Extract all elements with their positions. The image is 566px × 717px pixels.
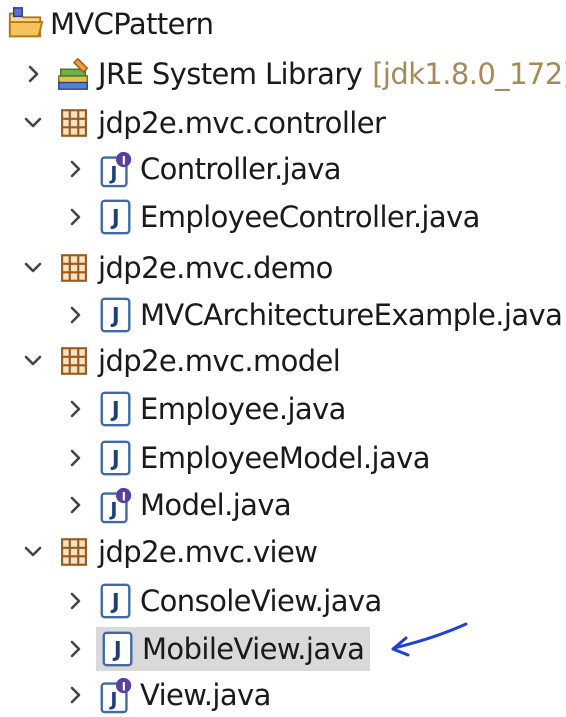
package-icon (54, 103, 94, 143)
chevron-right-icon[interactable] (60, 147, 90, 191)
file-name: View.java (140, 678, 271, 712)
interface-java-file-icon (96, 675, 136, 715)
chevron-down-icon[interactable] (18, 530, 48, 574)
package-name: jdp2e.mvc.model (98, 344, 341, 378)
chevron-down-icon[interactable] (18, 339, 48, 383)
file-name: MobileView.java (142, 632, 365, 666)
file-name: EmployeeModel.java (140, 441, 430, 475)
chevron-down-icon[interactable] (18, 101, 48, 145)
file-name: ConsoleView.java (140, 584, 382, 618)
library-icon (54, 54, 94, 94)
tree-item-file-view[interactable]: View.java (60, 673, 271, 717)
tree-item-file-controller[interactable]: Controller.java (60, 147, 342, 191)
package-icon (54, 532, 94, 572)
chevron-right-icon[interactable] (60, 436, 90, 480)
chevron-right-icon[interactable] (60, 673, 90, 717)
tree-item-file-console-view[interactable]: ConsoleView.java (60, 579, 382, 623)
chevron-right-icon[interactable] (60, 293, 90, 337)
chevron-down-icon[interactable] (18, 246, 48, 290)
project-name: MVCPattern (50, 7, 214, 41)
file-name: EmployeeController.java (140, 200, 480, 234)
interface-java-file-icon (96, 149, 136, 189)
package-name: jdp2e.mvc.view (98, 535, 318, 569)
tree-item-project[interactable]: MVCPattern (6, 2, 214, 46)
tree-item-jre-library[interactable]: JRE System Library [jdk1.8.0_172] (18, 52, 566, 96)
tree-item-file-employee-model[interactable]: EmployeeModel.java (60, 436, 430, 480)
package-explorer-tree: MVCPattern JRE System Library [jdk1.8.0_… (0, 0, 566, 716)
package-icon (54, 341, 94, 381)
file-name: Employee.java (140, 392, 346, 426)
package-name: jdp2e.mvc.controller (98, 106, 386, 140)
library-jdk-version: [jdk1.8.0_172] (372, 57, 566, 91)
chevron-right-icon[interactable] (60, 483, 90, 527)
tree-item-file-employee[interactable]: Employee.java (60, 387, 346, 431)
java-file-icon (96, 295, 136, 335)
chevron-right-icon[interactable] (60, 579, 90, 623)
tree-item-package-model[interactable]: jdp2e.mvc.model (18, 339, 341, 383)
package-name: jdp2e.mvc.demo (98, 251, 333, 285)
chevron-right-icon[interactable] (60, 387, 90, 431)
interface-java-file-icon (96, 485, 136, 525)
tree-item-package-controller[interactable]: jdp2e.mvc.controller (18, 101, 386, 145)
project-folder-icon (6, 4, 46, 44)
selection-highlight[interactable]: MobileView.java (96, 627, 371, 671)
java-file-icon (96, 438, 136, 478)
tree-item-file-mobile-view[interactable]: MobileView.java (60, 627, 371, 671)
file-name: Controller.java (140, 152, 342, 186)
tree-item-package-view[interactable]: jdp2e.mvc.view (18, 530, 318, 574)
tree-item-file-employee-controller[interactable]: EmployeeController.java (60, 195, 480, 239)
chevron-right-icon[interactable] (18, 52, 48, 96)
chevron-right-icon[interactable] (60, 195, 90, 239)
chevron-right-icon[interactable] (60, 627, 90, 671)
file-name: MVCArchitectureExample.java (140, 298, 563, 332)
tree-item-package-demo[interactable]: jdp2e.mvc.demo (18, 246, 333, 290)
tree-item-file-mvc-architecture-example[interactable]: MVCArchitectureExample.java (60, 293, 563, 337)
annotation-arrow-icon (391, 622, 468, 657)
java-file-icon (96, 389, 136, 429)
file-name: Model.java (140, 488, 292, 522)
java-file-icon (96, 581, 136, 621)
tree-item-file-model[interactable]: Model.java (60, 483, 292, 527)
java-file-icon (98, 629, 138, 669)
library-name: JRE System Library (98, 57, 363, 91)
java-file-icon (96, 197, 136, 237)
package-icon (54, 248, 94, 288)
